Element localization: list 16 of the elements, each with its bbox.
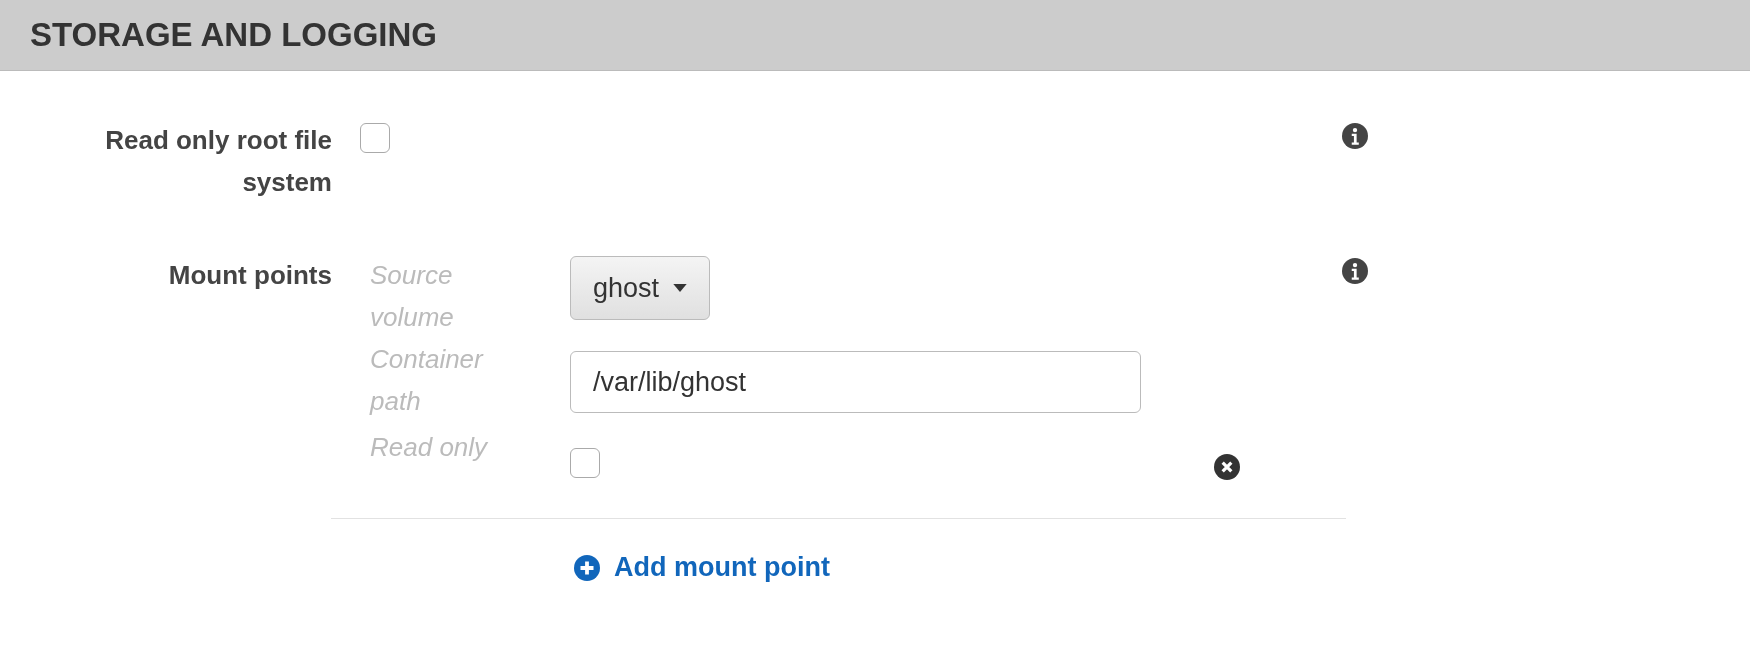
info-icon[interactable] — [1342, 258, 1368, 284]
add-mount-point-link[interactable]: Add mount point — [574, 552, 830, 583]
checkbox[interactable] — [570, 448, 600, 478]
info-icon[interactable] — [1342, 123, 1368, 149]
field-label: Container path — [370, 343, 485, 418]
caret-icon — [673, 284, 688, 292]
remove-icon[interactable] — [1214, 454, 1240, 480]
field-label: Read only — [370, 431, 489, 464]
checkbox[interactable] — [360, 123, 390, 153]
plus-icon — [574, 554, 600, 581]
section-title: STORAGE AND LOGGING — [30, 16, 438, 54]
field-label: Source volume — [370, 259, 455, 334]
field-label: Mount points — [167, 259, 332, 292]
field-label: Read only root file system — [104, 124, 332, 199]
source-volume-dropdown[interactable]: ghost — [570, 256, 711, 320]
container-path-field[interactable]: /var/lib/ghost — [570, 351, 1141, 413]
